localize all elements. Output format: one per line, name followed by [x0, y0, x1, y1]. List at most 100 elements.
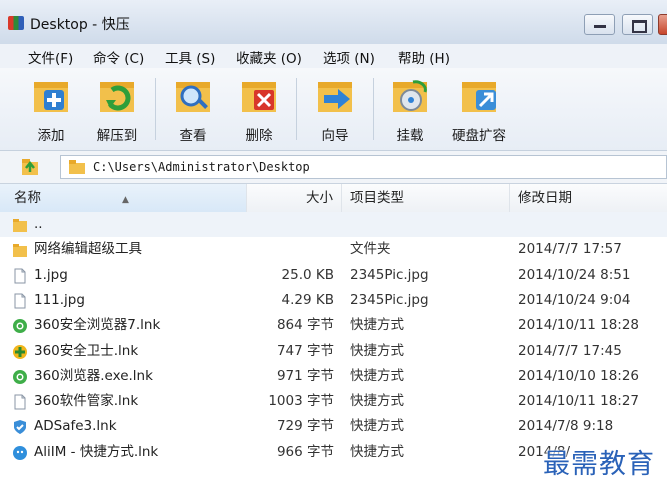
file-date: 2014/10/11 18:27: [518, 393, 640, 410]
delete-button[interactable]: 删除: [226, 74, 292, 146]
disk-expand-button[interactable]: 硬盘扩容: [446, 74, 512, 146]
up-folder-icon: [22, 159, 38, 175]
delete-label: 删除: [245, 128, 273, 144]
file-row[interactable]: 360安全卫士.lnk 747 字节 快捷方式 2014/7/7 17:45: [0, 339, 667, 364]
file-icon: [12, 394, 28, 410]
file-row[interactable]: 360浏览器.exe.lnk 971 字节 快捷方式 2014/10/10 18:26: [0, 364, 667, 389]
file-row[interactable]: 360安全浏览器7.lnk 864 字节 快捷方式 2014/10/11 18:28: [0, 313, 667, 338]
adsafe-icon: [12, 419, 28, 435]
file-name: 1.jpg: [34, 266, 68, 283]
column-name-header[interactable]: 名称 ▲: [0, 184, 247, 212]
file-date: 2014/7/7 17:45: [518, 342, 622, 359]
file-date: 2014/7/7 17:57: [518, 241, 622, 258]
delete-icon: [242, 82, 276, 112]
menu-command[interactable]: 命令 (C): [93, 47, 144, 67]
menu-file[interactable]: 文件(F): [28, 47, 73, 67]
file-date: 2014/10/24 9:04: [518, 291, 631, 308]
file-row[interactable]: 1.jpg 25.0 KB 2345Pic.jpg 2014/10/24 8:51: [0, 263, 667, 288]
add-button[interactable]: 添加: [18, 74, 84, 146]
file-icon: [12, 293, 28, 309]
menu-tools[interactable]: 工具 (S): [165, 47, 215, 67]
browser-360-icon: [12, 318, 28, 334]
disk-expand-label: 硬盘扩容: [452, 128, 506, 144]
view-label: 查看: [179, 128, 207, 144]
file-row[interactable]: 360软件管家.lnk 1003 字节 快捷方式 2014/10/11 18:27: [0, 389, 667, 414]
column-date-header[interactable]: 修改日期: [510, 184, 667, 212]
file-type: 快捷方式: [350, 367, 404, 384]
file-name: 360安全浏览器7.lnk: [34, 317, 161, 334]
file-name: ..: [34, 216, 43, 232]
add-label: 添加: [37, 128, 65, 144]
file-name: 360安全卫士.lnk: [34, 342, 139, 359]
column-type-header[interactable]: 项目类型: [342, 184, 510, 212]
file-type: 快捷方式: [350, 393, 404, 410]
folder-up-icon: [12, 217, 28, 233]
file-name: 360浏览器.exe.lnk: [34, 367, 153, 384]
menu-bar: 文件(F) 命令 (C) 工具 (S) 收藏夹 (O) 选项 (N) 帮助 (H…: [0, 44, 667, 68]
file-date: 2014/10/11 18:28: [518, 317, 640, 334]
menu-favorites[interactable]: 收藏夹 (O): [236, 47, 302, 67]
disk-expand-icon: [462, 82, 496, 112]
address-bar: C:\Users\Administrator\Desktop: [0, 151, 667, 184]
file-type: 快捷方式: [350, 317, 404, 334]
file-date: 2014/10/24 8:51: [518, 266, 631, 283]
menu-help[interactable]: 帮助 (H): [398, 47, 450, 67]
view-button[interactable]: 查看: [160, 74, 226, 146]
minimize-icon: [594, 25, 606, 28]
file-size: [247, 237, 334, 262]
window-title: Desktop - 快压: [30, 17, 130, 33]
extract-label: 解压到: [96, 128, 138, 144]
add-icon: [34, 82, 68, 112]
column-size-header[interactable]: 大小: [247, 184, 342, 212]
extract-icon: [100, 82, 134, 112]
file-type: 快捷方式: [350, 342, 404, 359]
file-row[interactable]: 网络编辑超级工具 文件夹 2014/7/7 17:57: [0, 237, 667, 262]
file-size: 729 字节: [276, 418, 334, 435]
file-row[interactable]: ADSafe3.lnk 729 字节 快捷方式 2014/7/8 9:18: [0, 414, 667, 439]
close-button[interactable]: [658, 14, 667, 35]
title-bar: Desktop - 快压: [0, 0, 667, 45]
menu-options[interactable]: 选项 (N): [323, 47, 375, 67]
browser-360-icon: [12, 369, 28, 385]
up-folder-button[interactable]: [8, 156, 48, 178]
aliim-icon: [12, 445, 28, 461]
extract-to-button[interactable]: 解压到: [84, 74, 150, 146]
minimize-button[interactable]: [584, 14, 615, 35]
toolbar: 添加 解压到 查看 删除 向导 挂载 硬盘扩容: [0, 68, 667, 151]
mount-disc-icon: [393, 80, 427, 112]
file-size: 966 字节: [276, 443, 334, 460]
wizard-label: 向导: [321, 128, 349, 144]
file-date: 2014/10/10 18:26: [518, 367, 640, 384]
wizard-button[interactable]: 向导: [302, 74, 368, 146]
toolbar-divider: [373, 78, 374, 140]
file-name: AliIM - 快捷方式.lnk: [34, 443, 159, 460]
magnifier-icon: [176, 82, 210, 112]
file-row[interactable]: ..: [0, 212, 667, 237]
file-size: [247, 212, 334, 237]
toolbar-divider: [155, 78, 156, 140]
file-date: 2014/7/8 9:18: [518, 418, 614, 435]
file-size: 1003 字节: [268, 393, 334, 410]
maximize-icon: [632, 20, 647, 33]
toolbar-divider: [296, 78, 297, 140]
file-size: 4.29 KB: [281, 291, 334, 308]
address-path: C:\Users\Administrator\Desktop: [93, 160, 310, 174]
file-size: 864 字节: [276, 317, 334, 334]
file-name: 111.jpg: [34, 291, 85, 308]
maximize-button[interactable]: [622, 14, 653, 35]
file-size: 971 字节: [276, 367, 334, 384]
file-size: 25.0 KB: [281, 266, 334, 283]
file-name: 360软件管家.lnk: [34, 393, 139, 410]
wizard-arrow-icon: [318, 82, 352, 112]
file-type: 快捷方式: [350, 418, 404, 435]
mount-button[interactable]: 挂载: [377, 74, 443, 146]
address-input[interactable]: C:\Users\Administrator\Desktop: [60, 155, 667, 179]
column-name-label: 名称: [14, 190, 41, 206]
file-row[interactable]: 111.jpg 4.29 KB 2345Pic.jpg 2014/10/24 9:04: [0, 288, 667, 313]
file-icon: [12, 268, 28, 284]
folder-icon: [12, 242, 28, 258]
file-size: 747 字节: [276, 342, 334, 359]
guard-360-icon: [12, 344, 28, 360]
mount-label: 挂载: [396, 128, 424, 144]
app-icon: [8, 16, 24, 30]
